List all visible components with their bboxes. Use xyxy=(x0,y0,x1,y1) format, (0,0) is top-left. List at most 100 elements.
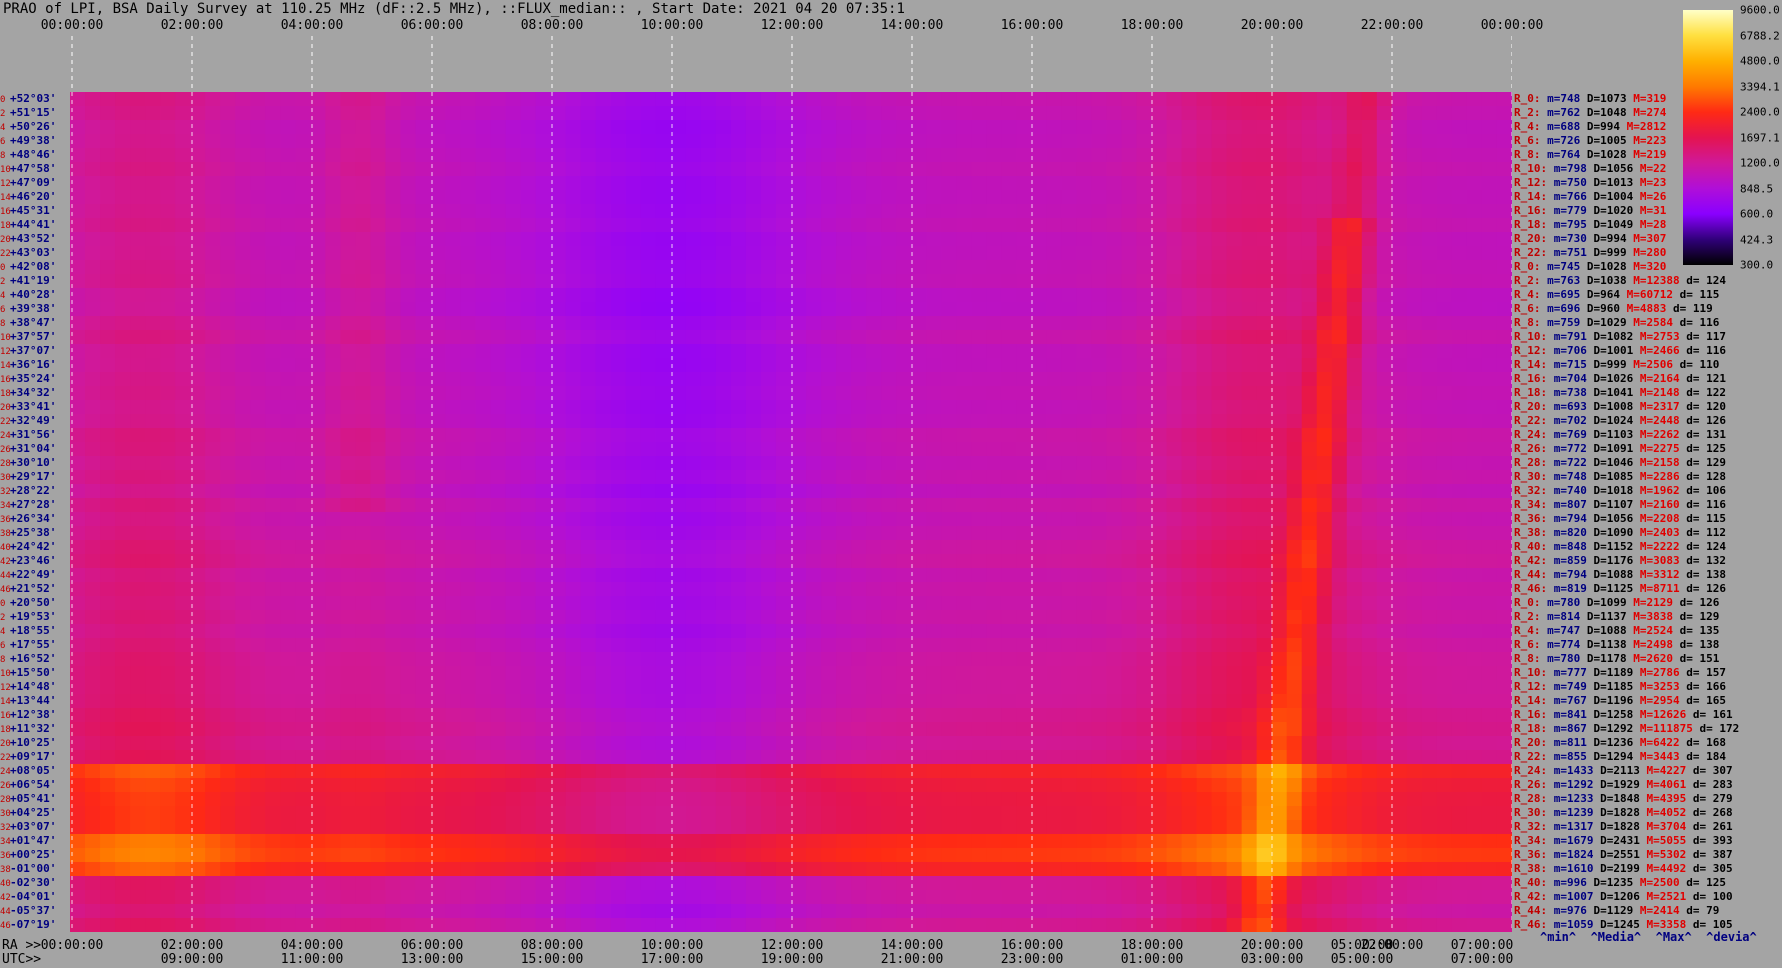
heatmap-cell xyxy=(340,806,356,821)
heatmap-cell xyxy=(1016,652,1032,667)
heatmap-cell xyxy=(190,722,206,737)
heatmap-cell xyxy=(505,204,522,219)
heatmap-cell xyxy=(1106,498,1123,513)
heatmap-cell xyxy=(370,442,387,457)
heatmap-cell xyxy=(505,148,522,163)
heatmap-cell xyxy=(1196,316,1213,331)
heatmap-cell xyxy=(911,274,927,289)
heatmap-cell xyxy=(535,624,552,639)
heatmap-cell xyxy=(971,694,987,709)
heatmap-cell xyxy=(866,106,882,121)
heatmap-cell xyxy=(1406,92,1423,107)
heatmap-cell xyxy=(1091,764,1108,779)
top-tick-label: 00:00:00 xyxy=(40,18,104,33)
heatmap-cell xyxy=(160,498,176,513)
heatmap-cell xyxy=(280,764,296,779)
heatmap-cell xyxy=(760,722,777,737)
heatmap-cell xyxy=(851,442,867,457)
heatmap-cell xyxy=(235,442,251,457)
heatmap-cell xyxy=(1166,148,1183,163)
heatmap-plot[interactable] xyxy=(70,92,1512,932)
heatmap-cell xyxy=(1196,218,1213,233)
heatmap-cell xyxy=(595,134,612,149)
heatmap-cell xyxy=(310,246,326,261)
heatmap-cell xyxy=(745,344,762,359)
heatmap-cell xyxy=(1046,526,1062,541)
heatmap-cell xyxy=(911,428,927,443)
heatmap-cell xyxy=(941,792,957,807)
heatmap-cell xyxy=(145,470,161,485)
heatmap-cell xyxy=(175,652,191,667)
heatmap-cell xyxy=(1046,302,1062,317)
heatmap-cell xyxy=(385,190,402,205)
heatmap-cell xyxy=(220,498,236,513)
heatmap-cell xyxy=(1436,722,1453,737)
heatmap-cell xyxy=(1076,568,1093,583)
heatmap-cell xyxy=(715,176,732,191)
heatmap-cell xyxy=(986,120,1002,135)
heatmap-cell xyxy=(430,316,447,331)
heatmap-cell xyxy=(836,722,852,737)
heatmap-cell xyxy=(1076,722,1093,737)
heatmap-cell xyxy=(1136,204,1153,219)
heatmap-cell xyxy=(475,302,492,317)
heatmap-cell xyxy=(490,666,507,681)
heatmap-cell xyxy=(520,218,537,233)
heatmap-cell xyxy=(385,750,402,765)
heatmap-cell xyxy=(430,540,447,555)
heatmap-cell xyxy=(1391,218,1408,233)
heatmap-cell xyxy=(655,190,672,205)
heatmap-cell xyxy=(866,680,882,695)
heatmap-cell xyxy=(1226,638,1243,653)
heatmap-cell xyxy=(1001,722,1017,737)
heatmap-cell xyxy=(715,470,732,485)
heatmap-cell xyxy=(881,652,897,667)
heatmap-cell xyxy=(1436,498,1453,513)
heatmap-cell xyxy=(926,694,942,709)
heatmap-cell xyxy=(100,442,116,457)
heatmap-cell xyxy=(1241,596,1258,611)
heatmap-cell xyxy=(911,666,927,681)
heatmap-cell xyxy=(670,106,687,121)
heatmap-cell xyxy=(806,736,822,751)
heatmap-cell xyxy=(565,428,582,443)
heatmap-cell xyxy=(160,792,176,807)
heatmap-cell xyxy=(896,610,912,625)
heatmap-cell xyxy=(1496,484,1512,499)
heatmap-cell xyxy=(1226,232,1243,247)
heatmap-cell xyxy=(250,512,266,527)
heatmap-cell xyxy=(1061,442,1077,457)
heatmap-cell xyxy=(1361,596,1378,611)
heatmap-cell xyxy=(1181,568,1198,583)
heatmap-cell xyxy=(1421,414,1438,429)
heatmap-cell xyxy=(851,358,867,373)
heatmap-cell xyxy=(986,554,1002,569)
heatmap-cell xyxy=(775,372,792,387)
heatmap-cell xyxy=(565,456,582,471)
heatmap-cell xyxy=(1301,400,1318,415)
heatmap-cell xyxy=(475,414,492,429)
heatmap-cell xyxy=(340,148,356,163)
heatmap-cell xyxy=(791,260,807,275)
heatmap-cell xyxy=(1421,344,1438,359)
heatmap-cell xyxy=(1421,540,1438,555)
heatmap-cell xyxy=(866,274,882,289)
heatmap-cell xyxy=(430,652,447,667)
heatmap-cell xyxy=(190,400,206,415)
heatmap-cell xyxy=(730,778,747,793)
heatmap-cell xyxy=(430,232,447,247)
heatmap-cell xyxy=(325,764,341,779)
heatmap-cell xyxy=(1481,372,1498,387)
heatmap-cell xyxy=(1241,526,1258,541)
heatmap-cell xyxy=(250,246,266,261)
heatmap-cell xyxy=(295,554,311,569)
heatmap-cell xyxy=(1361,554,1378,569)
heatmap-cell xyxy=(1076,134,1093,149)
heatmap-cell xyxy=(745,288,762,303)
heatmap-cell xyxy=(475,666,492,681)
heatmap-cell xyxy=(775,722,792,737)
heatmap-cell xyxy=(1271,92,1288,107)
heatmap-cell xyxy=(1376,260,1393,275)
heatmap-cell xyxy=(625,400,642,415)
heatmap-cell xyxy=(430,680,447,695)
